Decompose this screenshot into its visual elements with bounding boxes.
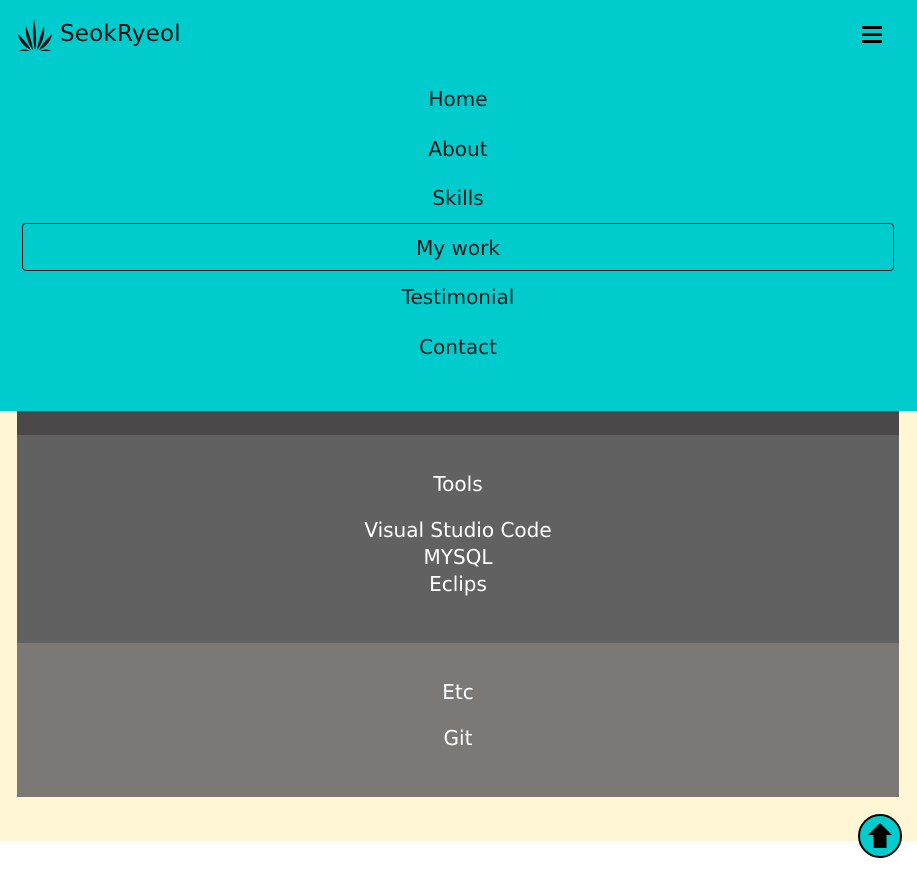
skill-block-tools: Tools Visual Studio Code MYSQL Eclips [17, 435, 899, 643]
nav-menu: Home About Skills My work Testimonial Co… [22, 74, 894, 371]
nav-item-my-work[interactable]: My work [22, 222, 894, 271]
brand-logo-link[interactable]: SeokRyeol [16, 16, 181, 52]
skill-item: MYSQL [423, 545, 493, 569]
skill-title-etc: Etc [442, 680, 474, 704]
arrow-up-circle-icon [858, 814, 902, 858]
plant-logo-icon [18, 19, 52, 51]
nav-item-home[interactable]: Home [22, 74, 894, 122]
skill-list-tools: Visual Studio Code MYSQL Eclips [17, 517, 899, 598]
brand-name: SeokRyeol [60, 21, 181, 47]
skill-item: Visual Studio Code [364, 518, 552, 542]
nav-item-about[interactable]: About [22, 124, 894, 172]
scroll-to-top-button[interactable] [857, 813, 903, 859]
nav-item-testimonial[interactable]: Testimonial [22, 272, 894, 320]
nav-item-skills[interactable]: Skills [22, 173, 894, 221]
skill-list-etc: Git [17, 725, 899, 752]
navbar: SeokRyeol Home About Skills My work Test… [0, 0, 917, 411]
page: Tools Visual Studio Code MYSQL Eclips Et… [0, 0, 917, 876]
skill-item: Eclips [429, 572, 487, 596]
hamburger-menu-icon[interactable] [860, 24, 884, 46]
nav-item-contact[interactable]: Contact [22, 322, 894, 370]
skill-block-etc: Etc Git [17, 643, 899, 797]
skill-title-tools: Tools [433, 472, 483, 496]
skill-item: Git [443, 726, 473, 750]
